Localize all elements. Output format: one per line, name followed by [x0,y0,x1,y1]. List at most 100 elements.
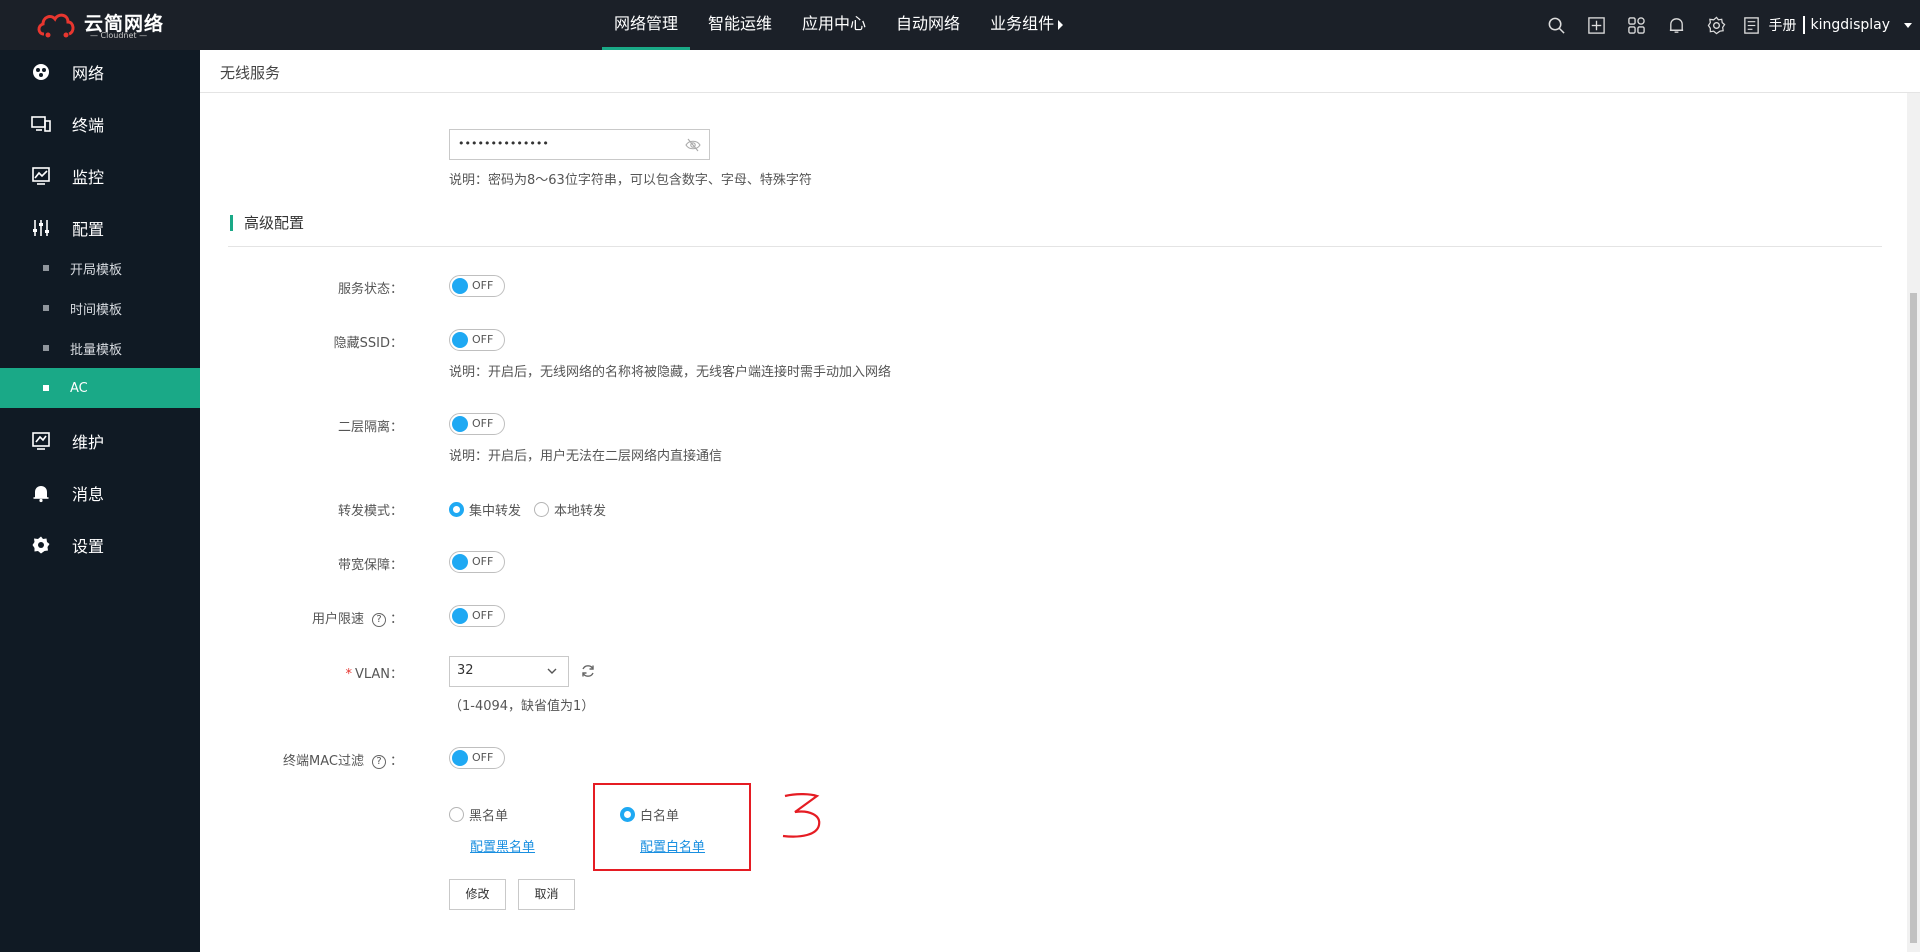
settings-icon [30,534,52,556]
sidebar-item-label: 维护 [72,433,105,452]
monitor-icon [30,165,52,187]
toggle-knob [452,750,468,766]
user-menu[interactable]: kingdisplay [1811,17,1890,33]
bell-icon[interactable] [1657,0,1697,50]
toolbar: 手册 kingdisplay [1537,0,1920,50]
blacklist-radio[interactable]: 黑名单 [449,805,508,824]
search-icon[interactable] [1537,0,1577,50]
sidebar-subitem-ac[interactable]: AC [0,368,200,408]
sidebar-item-label: 消息 [72,485,105,504]
section-divider [228,246,1882,247]
nav-network-management[interactable]: 网络管理 [602,0,691,50]
terminal-icon [30,113,52,135]
vlan-value: 32 [457,663,474,678]
help-icon[interactable]: ? [371,613,386,627]
layer2-isolation-note: 说明：开启后，用户无法在二层网络内直接通信 [449,449,723,464]
sidebar-subitem-label: AC [70,380,88,396]
configure-blacklist-link[interactable]: 配置黑名单 [470,836,535,855]
layer2-isolation-toggle[interactable]: OFF [449,413,505,435]
toggle-knob [452,278,468,294]
sidebar-subitem-batch-template[interactable]: 批量模板 [0,328,200,368]
annotation-number-3 [782,793,821,838]
label-colon: ： [389,612,403,627]
mac-filter-toggle[interactable]: OFF [449,747,505,769]
bullet-icon [43,305,49,311]
main-content: •••••••••••••• 说明：密码为8～63位字符串，可以包含数字、字母、… [200,93,1905,952]
breadcrumb-bar: 无线服务 [200,50,1920,93]
sidebar-subitem-label: 开局模板 [70,262,123,278]
chevron-down-icon[interactable] [1904,22,1912,28]
add-icon[interactable] [1577,0,1617,50]
sidebar-item-settings[interactable]: 设置 [0,525,200,565]
sidebar-item-maintenance[interactable]: 维护 [0,421,200,461]
cancel-button[interactable]: 取消 [518,879,575,910]
sidebar-item-label: 设置 [72,537,105,556]
user-rate-limit-label: 用户限速?： [203,608,403,627]
network-icon [30,61,52,83]
sidebar-item-terminal[interactable]: 终端 [0,104,200,144]
user-rate-limit-toggle[interactable]: OFF [449,605,505,627]
toggle-state: OFF [472,279,494,292]
refresh-icon[interactable] [580,663,596,679]
vlan-select[interactable]: 32 [449,656,569,687]
hide-ssid-label: 隐藏SSID： [333,336,403,351]
toggle-state: OFF [472,417,494,430]
toggle-knob [452,608,468,624]
gear-icon[interactable] [1697,0,1737,50]
hide-ssid-toggle[interactable]: OFF [449,329,505,351]
nav-smart-ops[interactable]: 智能运维 [696,0,784,50]
password-value: •••••••••••••• [458,137,549,150]
sidebar-item-label: 终端 [72,116,105,135]
message-bell-icon [30,482,52,504]
toggle-knob [452,416,468,432]
user-rate-limit-text: 用户限速 [311,612,364,627]
sidebar-item-label: 配置 [72,220,105,239]
manual-link[interactable]: 手册 [1769,15,1797,35]
sidebar-subitem-time-template[interactable]: 时间模板 [0,288,200,328]
sidebar-item-monitor[interactable]: 监控 [0,156,200,196]
vlan-label: * VLAN： [203,663,403,682]
toggle-knob [452,332,468,348]
service-status-toggle[interactable]: OFF [449,275,505,297]
logo[interactable]: 云简网络 — Cloudnet — [36,8,166,42]
bandwidth-toggle[interactable]: OFF [449,551,505,573]
toggle-knob [452,554,468,570]
password-field[interactable]: •••••••••••••• [449,129,710,160]
main-nav: 网络管理 智能运维 应用中心 自动网络 业务组件 [602,0,1081,50]
service-status-label: 服务状态： [337,282,403,297]
sidebar-item-network[interactable]: 网络 [0,52,200,92]
manual-icon[interactable] [1737,0,1767,50]
sidebar-item-config[interactable]: 配置 [0,208,200,248]
toggle-state: OFF [472,555,494,568]
nav-business-components-label: 业务组件 [990,14,1055,33]
bullet-icon [43,345,49,351]
sidebar-item-label: 监控 [72,168,105,187]
radio-label: 黑名单 [469,809,509,824]
forward-mode-centralized-radio[interactable]: 集中转发 [449,500,521,519]
nav-app-center[interactable]: 应用中心 [790,0,878,50]
scrollbar-thumb[interactable] [1910,293,1917,943]
chevron-down-icon [547,668,557,674]
mac-filter-text: 终端MAC过滤 [283,754,364,769]
sidebar-subitem-opening-template[interactable]: 开局模板 [0,248,200,288]
radio-checked-icon [449,502,464,517]
caret-right-icon [1058,19,1064,30]
eye-hidden-icon[interactable] [685,137,701,153]
maintenance-icon [30,430,52,452]
vlan-note: （1-4094，缺省值为1） [449,699,595,714]
config-icon [30,217,52,239]
sidebar: 网络 终端 监控 配置 开局模板 时间模板 批量模板 AC 维护 消息 设置 [0,50,200,952]
radio-unchecked-icon [534,502,549,517]
nav-business-components[interactable]: 业务组件 [978,0,1075,50]
radio-label: 本地转发 [554,504,607,519]
vlan-label-text: VLAN： [354,667,403,682]
sidebar-item-message[interactable]: 消息 [0,473,200,513]
label-colon: ： [389,754,403,769]
modify-button[interactable]: 修改 [449,879,506,910]
forward-mode-local-radio[interactable]: 本地转发 [534,500,606,519]
help-icon[interactable]: ? [371,755,386,769]
nav-auto-network[interactable]: 自动网络 [884,0,972,50]
apps-grid-icon[interactable] [1617,0,1657,50]
vertical-scrollbar[interactable] [1907,93,1920,952]
top-bar: 云简网络 — Cloudnet — 网络管理 智能运维 应用中心 自动网络 业务… [0,0,1920,50]
